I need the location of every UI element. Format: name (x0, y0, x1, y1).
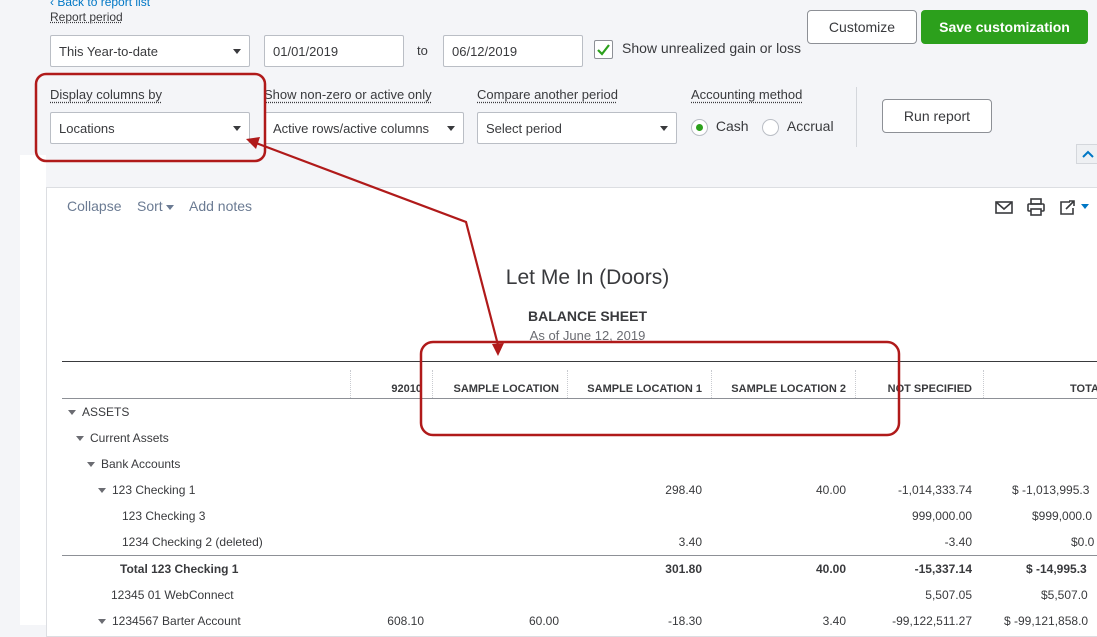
table-cell[interactable]: $ -14,995.3 (990, 562, 1097, 576)
column-header[interactable]: TOTAL (990, 383, 1097, 395)
print-icon[interactable] (1026, 198, 1046, 221)
caret-down-icon (98, 619, 106, 624)
table-cell[interactable]: -15,337.14 (858, 562, 972, 576)
display-columns-select[interactable]: Locations (50, 112, 250, 144)
export-icon[interactable] (1058, 198, 1092, 221)
back-to-report-list-link[interactable]: ‹ Back to report list (50, 0, 150, 9)
report-title: BALANCE SHEET (0, 308, 1097, 324)
table-row[interactable]: 123 Checking 1 (98, 483, 195, 497)
table-row[interactable]: Bank Accounts (87, 457, 180, 471)
cash-label: Cash (716, 118, 749, 134)
date-to-field[interactable]: 06/12/2019 (443, 35, 583, 67)
column-header[interactable]: SAMPLE LOCATION 2 (716, 383, 846, 395)
table-cell[interactable]: 60.00 (440, 614, 559, 628)
table-cell[interactable]: $999,000.0 (990, 509, 1097, 523)
row-label: Bank Accounts (101, 457, 180, 471)
table-cell[interactable]: 608.10 (350, 614, 424, 628)
run-report-button[interactable]: Run report (882, 99, 992, 133)
table-row[interactable]: 123 Checking 3 (122, 509, 205, 523)
chevron-down-icon (660, 126, 668, 131)
accounting-method-label: Accounting method (691, 87, 802, 102)
header-top-rule (62, 361, 1097, 362)
nonzero-value: Active rows/active columns (273, 121, 429, 136)
table-cell[interactable]: $ -1,013,995.3 (990, 483, 1097, 497)
display-columns-value: Locations (59, 121, 115, 136)
sort-dropdown[interactable]: Sort (137, 198, 174, 214)
table-cell[interactable]: 3.40 (572, 535, 702, 549)
table-cell[interactable]: 999,000.00 (858, 509, 972, 523)
report-subtitle: As of June 12, 2019 (0, 328, 1097, 343)
table-row[interactable]: 1234567 Barter Account (98, 614, 241, 628)
customize-button[interactable]: Customize (807, 10, 917, 44)
save-customization-button[interactable]: Save customization (921, 10, 1088, 44)
table-cell[interactable]: -18.30 (572, 614, 702, 628)
row-label: 123 Checking 1 (112, 483, 195, 497)
divider (856, 87, 857, 147)
chevron-down-icon (233, 126, 241, 131)
accrual-label: Accrual (787, 118, 834, 134)
collapse-link[interactable]: Collapse (67, 198, 121, 214)
column-header[interactable]: SAMPLE LOCATION 1 (572, 383, 702, 395)
column-header[interactable]: 92010 (350, 383, 422, 395)
row-label: ASSETS (82, 405, 129, 419)
table-row[interactable]: 12345 01 WebConnect (111, 588, 234, 602)
unrealized-checkbox[interactable] (594, 40, 613, 59)
table-cell[interactable]: 3.40 (716, 614, 846, 628)
table-cell[interactable]: 5,507.05 (858, 588, 972, 602)
row-label: 1234567 Barter Account (112, 614, 241, 628)
chevron-down-icon (166, 205, 174, 210)
table-cell[interactable]: $0.0 (990, 535, 1097, 549)
subtotal-rule (62, 555, 1097, 556)
table-cell[interactable]: 40.00 (716, 562, 846, 576)
cash-radio-group[interactable]: Cash (691, 118, 749, 136)
caret-down-icon (68, 410, 76, 415)
table-row[interactable]: 1234 Checking 2 (deleted) (122, 535, 263, 549)
row-label: Current Assets (90, 431, 169, 445)
caret-down-icon (98, 488, 106, 493)
page-gutter (20, 155, 46, 625)
compare-period-select[interactable]: Select period (477, 112, 677, 144)
caret-down-icon (87, 462, 95, 467)
table-row[interactable]: Total 123 Checking 1 (120, 562, 238, 576)
sort-label: Sort (137, 198, 163, 214)
nonzero-label: Show non-zero or active only (264, 87, 432, 102)
chevron-down-icon (447, 126, 455, 131)
table-cell[interactable]: 301.80 (572, 562, 702, 576)
accrual-radio-group[interactable]: Accrual (762, 118, 834, 136)
table-row[interactable]: ASSETS (68, 405, 129, 419)
chevron-down-icon (233, 49, 241, 54)
report-period-label: Report period (50, 10, 123, 24)
compare-label: Compare another period (477, 87, 618, 102)
column-header[interactable]: SAMPLE LOCATION (440, 383, 559, 395)
checkmark-icon (595, 41, 612, 58)
caret-down-icon (76, 436, 84, 441)
table-cell[interactable]: $ -99,121,858.0 (990, 614, 1097, 628)
unrealized-label: Show unrealized gain or loss (622, 40, 801, 56)
table-cell[interactable]: 298.40 (572, 483, 702, 497)
add-notes-link[interactable]: Add notes (189, 198, 252, 214)
accrual-radio[interactable] (762, 119, 779, 136)
email-icon[interactable] (994, 199, 1014, 220)
table-row[interactable]: Current Assets (76, 431, 169, 445)
table-cell[interactable]: -1,014,333.74 (858, 483, 972, 497)
table-cell[interactable]: 40.00 (716, 483, 846, 497)
date-from-field[interactable]: 01/01/2019 (264, 35, 404, 67)
table-cell[interactable]: -99,122,511.27 (858, 614, 972, 628)
table-cell[interactable]: -3.40 (858, 535, 972, 549)
table-cell[interactable]: $5,507.0 (990, 588, 1097, 602)
report-period-value: This Year-to-date (59, 44, 158, 59)
collapse-filters-button[interactable] (1076, 144, 1097, 164)
compare-value: Select period (486, 121, 562, 136)
header-bottom-rule (62, 398, 1097, 399)
chevron-up-icon (1082, 150, 1094, 158)
cash-radio[interactable] (691, 119, 708, 136)
column-header[interactable]: NOT SPECIFIED (858, 383, 972, 395)
company-name: Let Me In (Doors) (0, 266, 1097, 290)
nonzero-select[interactable]: Active rows/active columns (264, 112, 464, 144)
display-columns-label: Display columns by (50, 87, 162, 102)
report-period-select[interactable]: This Year-to-date (50, 35, 250, 67)
to-label: to (417, 43, 428, 58)
